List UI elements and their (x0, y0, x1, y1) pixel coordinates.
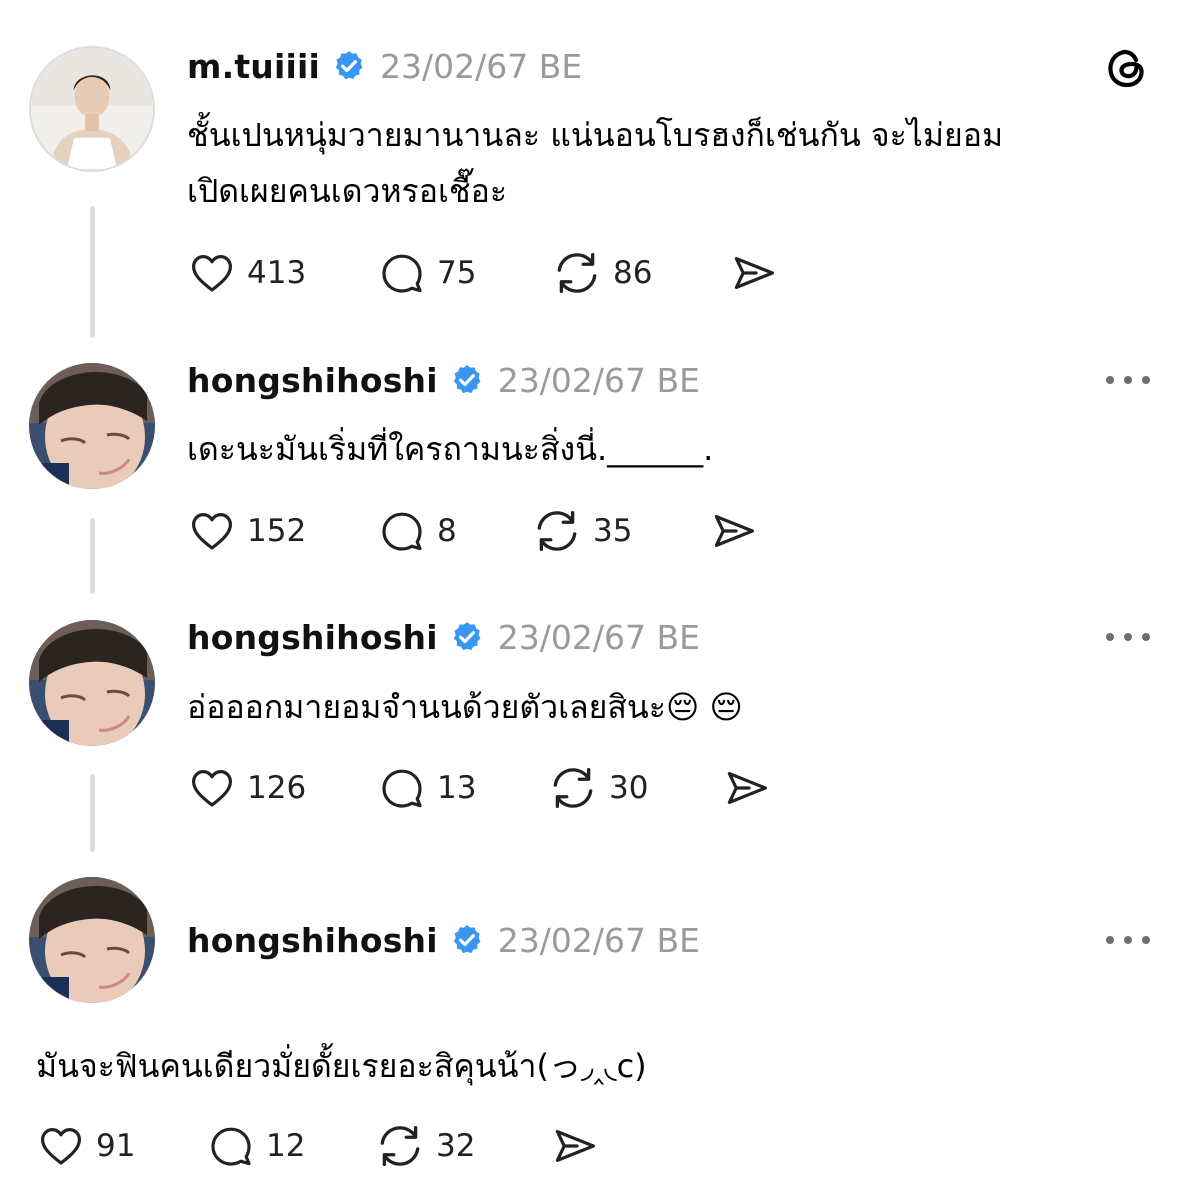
like-button[interactable]: 91 (36, 1121, 135, 1171)
avatar[interactable] (29, 363, 155, 489)
repost-icon (380, 1126, 420, 1166)
send-icon (727, 772, 767, 804)
like-count: 126 (247, 770, 307, 806)
avatar[interactable] (29, 620, 155, 746)
more-options-icon[interactable] (1106, 374, 1150, 386)
post-actions: 126 13 30 (187, 763, 787, 813)
comment-icon (382, 769, 422, 808)
reply-button[interactable]: 75 (377, 248, 476, 298)
share-button[interactable] (720, 763, 774, 813)
reply-count: 75 (437, 255, 477, 291)
post-header: m.tuiiii 23/02/67 BE (187, 44, 582, 88)
repost-icon (557, 253, 597, 293)
repost-icon (537, 510, 577, 551)
post-actions: 413 75 86 (187, 248, 807, 298)
send-icon (714, 515, 754, 547)
heart-icon (192, 255, 232, 292)
verified-badge-icon (453, 622, 481, 651)
post-text-line: เดะนะมันเริ่มที่ใครถามนะสิ่งนี่.______. (187, 430, 714, 468)
reply-button[interactable]: 13 (377, 763, 476, 813)
repost-count: 30 (609, 770, 649, 806)
like-button[interactable]: 413 (187, 248, 306, 298)
heart-icon (192, 770, 232, 807)
repost-icon (553, 768, 593, 808)
post-header: hongshihoshi 23/02/67 BE (187, 918, 700, 962)
repost-button[interactable]: 35 (531, 506, 632, 556)
reply-count: 8 (437, 513, 457, 549)
heart-icon (41, 1128, 81, 1165)
repost-button[interactable]: 86 (551, 248, 652, 298)
like-count: 152 (247, 513, 307, 549)
repost-button[interactable]: 32 (374, 1121, 475, 1171)
username[interactable]: m.tuiiii (187, 47, 320, 86)
post-header: hongshihoshi 23/02/67 BE (187, 615, 700, 659)
username[interactable]: hongshihoshi (187, 921, 438, 960)
comment-icon (382, 254, 422, 293)
like-button[interactable]: 152 (187, 506, 306, 556)
send-icon (555, 1130, 595, 1162)
post-actions: 91 12 32 (36, 1121, 636, 1171)
post-text: มันจะฟินคนเดียวมั่ยดั้ยเรยอะสิคุนน้า(っ◞‸… (36, 1038, 647, 1094)
heart-icon (192, 513, 232, 550)
share-button[interactable] (548, 1121, 602, 1171)
username[interactable]: hongshihoshi (187, 618, 438, 657)
post-actions: 152 8 35 (187, 506, 787, 556)
like-count: 91 (96, 1128, 136, 1164)
share-button[interactable] (727, 248, 781, 298)
reply-count: 12 (266, 1128, 306, 1164)
post-text: อ่อออกมายอมจำนนด้วยตัวเลยสินะ😔 😔 (187, 679, 743, 735)
post-date: 23/02/67 BE (497, 360, 700, 400)
repost-count: 35 (593, 513, 633, 549)
verified-badge-icon (453, 365, 481, 394)
threads-logo-icon[interactable] (1103, 43, 1151, 91)
avatar[interactable] (29, 46, 155, 172)
post-text-line: อ่อออกมายอมจำนนด้วยตัวเลยสินะ😔 😔 (187, 688, 743, 726)
comment-icon (382, 512, 422, 551)
send-icon (734, 257, 774, 289)
verified-badge-icon (335, 51, 363, 80)
thread-line (90, 206, 95, 338)
more-options-icon[interactable] (1106, 934, 1150, 946)
post-text-line: มันจะฟินคนเดียวมั่ยดั้ยเรยอะสิคุนน้า(っ◞‸… (36, 1047, 647, 1085)
more-options-icon[interactable] (1106, 631, 1150, 643)
repost-count: 86 (613, 255, 653, 291)
post-date: 23/02/67 BE (497, 920, 700, 960)
post-date: 23/02/67 BE (497, 617, 700, 657)
repost-count: 32 (436, 1128, 476, 1164)
post-header: hongshihoshi 23/02/67 BE (187, 358, 700, 402)
comment-icon (211, 1127, 251, 1166)
like-button[interactable]: 126 (187, 763, 306, 813)
post-text: ชั้นเปนหนุ่มวายมานานละ แน่นอนโบรฮงก็เช่น… (187, 107, 1003, 219)
like-count: 413 (247, 255, 307, 291)
thread-line (90, 774, 95, 852)
avatar[interactable] (29, 877, 155, 1003)
username[interactable]: hongshihoshi (187, 361, 438, 400)
repost-button[interactable]: 30 (547, 763, 648, 813)
post-text: เดะนะมันเริ่มที่ใครถามนะสิ่งนี่.______. (187, 421, 713, 477)
share-button[interactable] (707, 506, 761, 556)
post-text-line: เปิดเผยคนเดวหรอเชื๊อะ (187, 172, 507, 210)
reply-button[interactable]: 12 (206, 1121, 305, 1171)
post-text-line: ชั้นเปนหนุ่มวายมานานละ แน่นอนโบรฮงก็เช่น… (187, 116, 1004, 154)
post-date: 23/02/67 BE (380, 46, 583, 86)
reply-button[interactable]: 8 (377, 506, 457, 556)
thread-line (90, 518, 95, 594)
verified-badge-icon (453, 925, 481, 954)
reply-count: 13 (437, 770, 477, 806)
